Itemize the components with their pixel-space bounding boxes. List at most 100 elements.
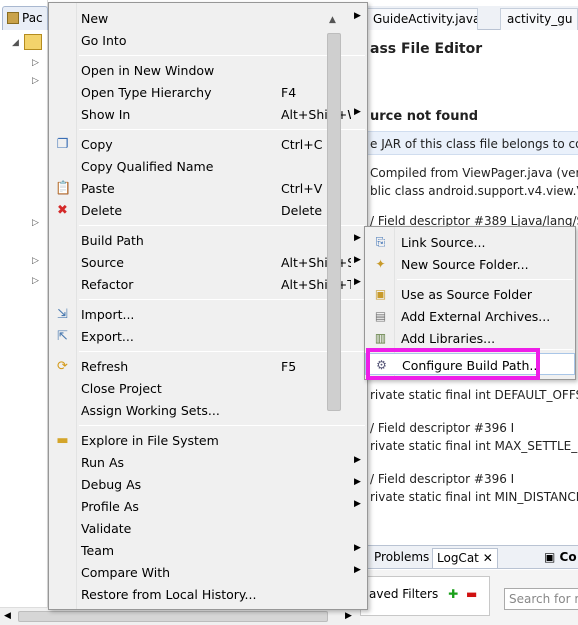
menu-item-label: Refactor bbox=[81, 277, 134, 292]
remove-filter-icon[interactable]: ▬ bbox=[466, 587, 477, 601]
submenu-item-use-as-source-folder[interactable]: ▣ Use as Source Folder bbox=[365, 283, 575, 305]
submenu-arrow-icon: ▶ bbox=[354, 543, 361, 553]
menu-item-go-into[interactable]: Go Into bbox=[49, 29, 367, 51]
submenu-arrow-icon: ▶ bbox=[354, 565, 361, 575]
scroll-left-icon[interactable]: ◀ bbox=[4, 611, 11, 621]
menu-item-open-type-hierarchy[interactable]: Open Type Hierarchy F4 bbox=[49, 81, 367, 103]
menu-item-paste[interactable]: 📋 Paste Ctrl+V bbox=[49, 177, 367, 199]
menu-item-close-project[interactable]: Close Project bbox=[49, 377, 367, 399]
editor-text-line: Compiled from ViewPager.java (vers bbox=[370, 166, 578, 180]
menu-item-open-in-new-window[interactable]: Open in New Window bbox=[49, 59, 367, 81]
submenu-arrow-icon: ▶ bbox=[354, 499, 361, 509]
tree-collapse-icon[interactable]: ▷ bbox=[32, 276, 39, 286]
package-explorer-icon bbox=[7, 12, 19, 24]
menu-separator bbox=[79, 129, 365, 130]
editor-tab[interactable]: activity_gu bbox=[500, 8, 578, 30]
menu-scrollbar[interactable] bbox=[327, 33, 341, 411]
menu-item-restore-from-local-history[interactable]: Restore from Local History... bbox=[49, 583, 367, 605]
menu-item-label: Debug As bbox=[81, 477, 142, 492]
menu-item-show-in[interactable]: Show InAlt+Shift+W▶ bbox=[49, 103, 367, 125]
menu-item-new[interactable]: New ▶ bbox=[49, 7, 367, 29]
link-source-icon: ⎘ bbox=[375, 235, 386, 249]
menu-item-profile-as[interactable]: Profile As ▶ bbox=[49, 495, 367, 517]
menu-item-label: Profile As bbox=[81, 499, 139, 514]
menu-item-run-as[interactable]: Run As ▶ bbox=[49, 451, 367, 473]
tree-collapse-icon[interactable]: ▷ bbox=[32, 256, 39, 266]
menu-item-compare-with[interactable]: Compare With ▶ bbox=[49, 561, 367, 583]
menu-item-label: Show In bbox=[81, 107, 131, 122]
menu-separator bbox=[79, 425, 365, 426]
submenu-item-add-external-archives[interactable]: ▤ Add External Archives... bbox=[365, 305, 575, 327]
scroll-up-icon[interactable]: ▲ bbox=[329, 15, 336, 25]
menu-item-validate[interactable]: Validate bbox=[49, 517, 367, 539]
menu-separator bbox=[397, 349, 573, 350]
menu-item-label: New bbox=[81, 11, 109, 26]
menu-item-source[interactable]: Source Alt+Shift+S ▶ bbox=[49, 251, 367, 273]
tree-expand-icon[interactable]: ◢ bbox=[12, 38, 19, 48]
submenu-item-new-source-folder[interactable]: ✦ New Source Folder... bbox=[365, 253, 575, 275]
library-icon: ▥ bbox=[374, 331, 387, 345]
menu-item-label: Build Path bbox=[81, 233, 144, 248]
scrollbar-thumb[interactable] bbox=[18, 611, 328, 622]
package-explorer-tab[interactable]: Pac bbox=[2, 6, 48, 30]
menu-item-team[interactable]: Team ▶ bbox=[49, 539, 367, 561]
menu-item-label: Restore from Local History... bbox=[81, 587, 257, 602]
tab-logcat[interactable]: LogCat ✕ bbox=[432, 548, 498, 568]
menu-item-copy[interactable]: ❐ Copy Ctrl+C bbox=[49, 133, 367, 155]
source-folder-icon: ▣ bbox=[374, 287, 387, 301]
menu-separator bbox=[79, 299, 365, 300]
menu-item-label: Go Into bbox=[81, 33, 127, 48]
menu-item-build-path[interactable]: Build Path ▶ bbox=[49, 229, 367, 251]
menu-item-refactor[interactable]: Refactor Alt+Shift+T ▶ bbox=[49, 273, 367, 295]
submenu-item-add-libraries[interactable]: ▥ Add Libraries... bbox=[365, 327, 575, 349]
submenu-arrow-icon: ▶ bbox=[354, 107, 361, 117]
menu-item-label: Run As bbox=[81, 455, 125, 470]
menu-item-refresh[interactable]: ⟳ Refresh F5 bbox=[49, 355, 367, 377]
menu-item-label: Paste bbox=[81, 181, 115, 196]
menu-item-copy-qualified-name[interactable]: Copy Qualified Name bbox=[49, 155, 367, 177]
tab-console[interactable]: ▣ Co bbox=[540, 548, 578, 568]
menu-item-label: Validate bbox=[81, 521, 132, 536]
context-menu: New ▶ Go Into Open in New Window Open Type H… bbox=[48, 2, 368, 610]
menu-item-export[interactable]: ⇱ Export... bbox=[49, 325, 367, 347]
tab-problems[interactable]: Problems bbox=[370, 548, 433, 568]
close-icon[interactable]: ✕ bbox=[483, 551, 493, 565]
add-filter-icon[interactable]: ✚ bbox=[448, 587, 458, 601]
menu-item-delete[interactable]: ✖ Delete Delete bbox=[49, 199, 367, 221]
project-icon[interactable] bbox=[24, 34, 42, 50]
editor-text-line: / Field descriptor #396 I bbox=[370, 421, 515, 435]
build-path-submenu: ⎘ Link Source... ✦ New Source Folder... ▣ Use… bbox=[364, 226, 576, 380]
submenu-item-label: Add Libraries... bbox=[401, 331, 496, 346]
submenu-item-configure-build-path[interactable]: ⚙ Configure Build Path... bbox=[365, 353, 575, 375]
menu-item-assign-working-sets[interactable]: Assign Working Sets... bbox=[49, 399, 367, 421]
tree-collapse-icon[interactable]: ▷ bbox=[32, 218, 39, 228]
tree-collapse-icon[interactable]: ▷ bbox=[32, 76, 39, 86]
menu-item-label: Source bbox=[81, 255, 124, 270]
menu-item-label: Copy Qualified Name bbox=[81, 159, 214, 174]
submenu-item-label: Use as Source Folder bbox=[401, 287, 533, 302]
folder-icon: ▬ bbox=[56, 433, 69, 448]
editor-tab[interactable]: GuideActivity.java bbox=[366, 8, 478, 30]
editor-text-line: e JAR of this class file belongs to co bbox=[370, 137, 578, 151]
console-icon: ▣ bbox=[544, 550, 556, 564]
editor-text-line: / Field descriptor #396 I bbox=[370, 472, 515, 486]
copy-icon: ❐ bbox=[56, 137, 69, 152]
logcat-search-input[interactable]: Search for m bbox=[504, 588, 578, 610]
tree-collapse-icon[interactable]: ▷ bbox=[32, 58, 39, 68]
menu-item-explore-in-file-system[interactable]: ▬ Explore in File System bbox=[49, 429, 367, 451]
configure-build-path-icon: ⚙ bbox=[376, 358, 387, 372]
menu-item-label: Copy bbox=[81, 137, 113, 152]
scroll-right-icon[interactable]: ▶ bbox=[345, 611, 352, 621]
bottom-panel-tabs: Problems LogCat ✕ ▣ Co bbox=[360, 545, 578, 569]
editor-text-line: rivate static final int MAX_SETTLE_DU bbox=[370, 439, 578, 453]
submenu-item-link-source[interactable]: ⎘ Link Source... bbox=[365, 231, 575, 253]
menu-item-debug-as[interactable]: Debug As ▶ bbox=[49, 473, 367, 495]
menu-item-label: Team bbox=[81, 543, 115, 558]
export-icon: ⇱ bbox=[57, 329, 68, 344]
menu-separator bbox=[79, 225, 365, 226]
submenu-item-label: Configure Build Path... bbox=[402, 358, 542, 373]
submenu-item-label: Add External Archives... bbox=[401, 309, 551, 324]
menu-item-import[interactable]: ⇲ Import... bbox=[49, 303, 367, 325]
submenu-item-label: New Source Folder... bbox=[401, 257, 529, 272]
source-not-found-heading: urce not found bbox=[370, 109, 479, 124]
